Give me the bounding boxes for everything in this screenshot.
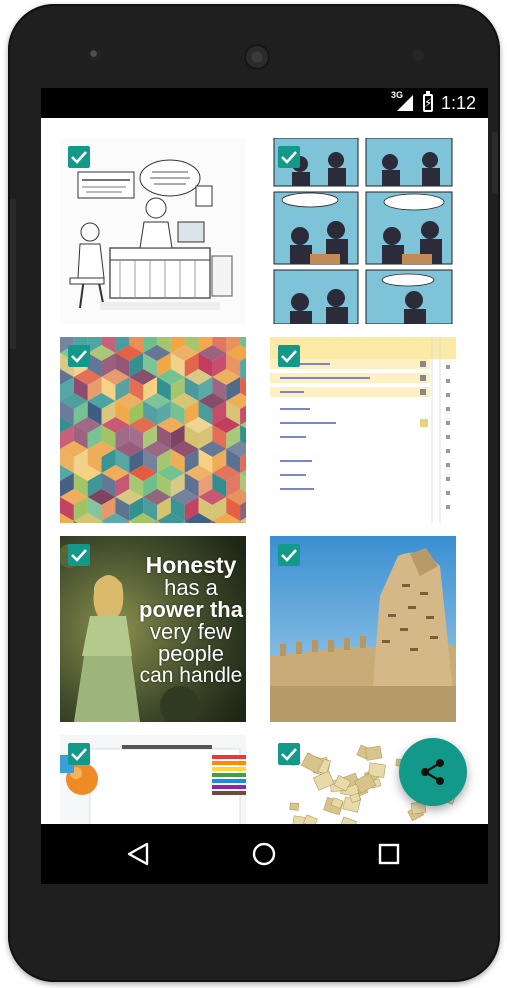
selected-checkbox[interactable] — [68, 345, 90, 367]
quote-line: very few — [150, 619, 232, 644]
earpiece-speaker — [244, 44, 270, 70]
grid-item-office-comic-strip[interactable] — [270, 138, 456, 324]
selected-checkbox[interactable] — [68, 544, 90, 566]
selected-checkbox[interactable] — [278, 743, 300, 765]
quote-line: can handle — [139, 664, 243, 687]
selected-checkbox[interactable] — [68, 743, 90, 765]
phone-frame: 3G ⚡ 1:12 Honesty has a power tha very f… — [8, 4, 500, 982]
selected-checkbox[interactable] — [68, 146, 90, 168]
quote-line: power tha — [139, 597, 243, 622]
recents-button[interactable] — [373, 838, 405, 870]
quote-line: has a — [164, 575, 218, 600]
back-icon — [127, 842, 149, 866]
quote-line: people — [157, 641, 225, 666]
grid-item-mud-mosque[interactable] — [270, 536, 456, 722]
grid-item-spreadsheet-list[interactable] — [270, 337, 456, 523]
status-bar: 3G ⚡ 1:12 — [41, 88, 488, 118]
image-grid: Honesty has a power tha very few people … — [41, 118, 488, 824]
selected-checkbox[interactable] — [278, 146, 300, 168]
front-camera — [88, 48, 102, 62]
status-time: 1:12 — [440, 92, 476, 113]
signal-icon: 3G — [391, 90, 415, 113]
home-button[interactable] — [248, 838, 280, 870]
proximity-sensor — [412, 49, 424, 61]
share-button[interactable] — [399, 738, 467, 806]
grid-item-data-dollar-cartoon[interactable] — [60, 138, 246, 324]
back-button[interactable] — [123, 838, 155, 870]
battery-charging-icon: ⚡ — [422, 91, 433, 112]
navigation-bar — [41, 824, 488, 884]
recents-icon — [378, 843, 400, 865]
share-icon — [421, 759, 444, 785]
power-button[interactable] — [492, 132, 498, 194]
selected-checkbox[interactable] — [278, 345, 300, 367]
volume-button[interactable] — [10, 199, 16, 349]
quote-text: Honesty has a power tha very few people … — [136, 552, 246, 687]
selected-checkbox[interactable] — [278, 544, 300, 566]
home-icon — [252, 842, 276, 866]
screen: 3G ⚡ 1:12 Honesty has a power tha very f… — [41, 88, 488, 884]
grid-item-pencils-page[interactable] — [60, 735, 246, 824]
grid-item-honesty-quote[interactable]: Honesty has a power tha very few people … — [60, 536, 246, 722]
quote-line: Honesty — [145, 552, 237, 578]
grid-item-colorful-hexagon-pattern[interactable] — [60, 337, 246, 523]
